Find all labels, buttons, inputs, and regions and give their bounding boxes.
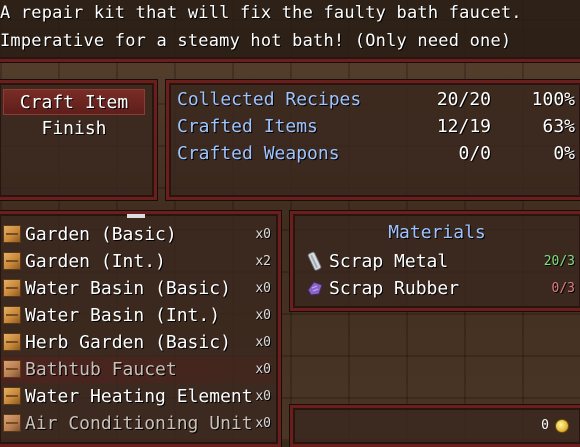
materials-title: Materials [388,222,486,243]
stat-label: Crafted Weapons [177,143,340,164]
finish-command[interactable]: Finish [3,116,145,142]
crate-icon [3,252,21,270]
material-name: Scrap Metal [329,251,449,272]
recipe-qty: x0 [255,362,271,377]
recipe-qty: x0 [255,281,271,296]
recipe-qty: x0 [255,335,271,350]
recipe-item[interactable]: Garden (Int.) x2 [1,249,275,275]
recipe-qty: x0 [255,416,271,431]
crate-icon [3,360,21,378]
recipe-qty: x0 [255,389,271,404]
stat-row-crafted-weapons: Crafted Weapons 0/0 0% [177,143,577,169]
stat-percent: 63% [542,116,575,137]
stat-percent: 0% [553,143,575,164]
scrap-rubber-icon [307,281,323,296]
recipe-qty: x0 [255,227,271,242]
recipe-list-window[interactable]: Garden (Basic) x0 Garden (Int.) x2 Water… [0,211,281,447]
crate-icon [3,225,21,243]
recipe-item[interactable]: Herb Garden (Basic) x0 [1,330,275,356]
material-row: Scrap Metal 20/3 [303,249,575,275]
stat-label: Collected Recipes [177,89,362,110]
materials-window: Materials Scrap Metal 20/3 Scrap Rubber … [290,211,580,311]
recipe-name: Garden (Basic) [25,224,177,245]
craft-item-command[interactable]: Craft Item [3,89,145,115]
recipe-item[interactable]: Garden (Basic) x0 [1,222,275,248]
gold-value: 0 [541,418,549,433]
stat-count: 0/0 [458,143,491,164]
stat-count: 12/19 [436,116,491,137]
stat-count: 20/20 [436,89,491,110]
scrap-metal-icon [307,251,322,271]
recipe-item[interactable]: Water Basin (Int.) x0 [1,303,275,329]
help-window: A repair kit that will fix the faulty ba… [0,0,580,62]
recipe-item[interactable]: Water Basin (Basic) x0 [1,276,275,302]
recipe-name: Herb Garden (Basic) [25,332,231,353]
help-text-line-1: A repair kit that will fix the faulty ba… [0,3,522,23]
material-row: Scrap Rubber 0/3 [303,276,575,302]
recipe-name: Air Conditioning Unit [25,413,253,434]
stat-row-crafted-items: Crafted Items 12/19 63% [177,116,577,142]
crate-icon [3,333,21,351]
stat-label: Crafted Items [177,116,318,137]
recipe-name: Water Basin (Basic) [25,278,231,299]
recipe-item[interactable]: Air Conditioning Unit x0 [1,411,275,437]
command-window: Craft Item Finish [0,80,157,200]
crate-icon [3,414,21,432]
crafting-stats-window: Collected Recipes 20/20 100% Crafted Ite… [166,80,580,200]
recipe-qty: x0 [255,308,271,323]
stat-percent: 100% [531,89,575,110]
recipe-name: Water Heating Element [25,386,253,407]
material-count: 0/3 [551,281,575,296]
material-count: 20/3 [543,254,575,269]
material-name: Scrap Rubber [329,278,460,299]
crate-icon [3,387,21,405]
recipe-name: Garden (Int.) [25,251,166,272]
coin-icon [555,419,569,433]
recipe-item-selected[interactable]: Bathtub Faucet x0 [1,357,275,383]
help-text-line-2: Imperative for a steamy hot bath! (Only … [0,31,512,51]
crate-icon [3,279,21,297]
stat-row-collected-recipes: Collected Recipes 20/20 100% [177,89,577,115]
scroll-up-indicator[interactable] [127,214,145,218]
recipe-item[interactable]: Water Heating Element x0 [1,384,275,410]
recipe-name: Water Basin (Int.) [25,305,221,326]
crate-icon [3,306,21,324]
recipe-name: Bathtub Faucet [25,359,177,380]
recipe-qty: x2 [255,254,271,269]
